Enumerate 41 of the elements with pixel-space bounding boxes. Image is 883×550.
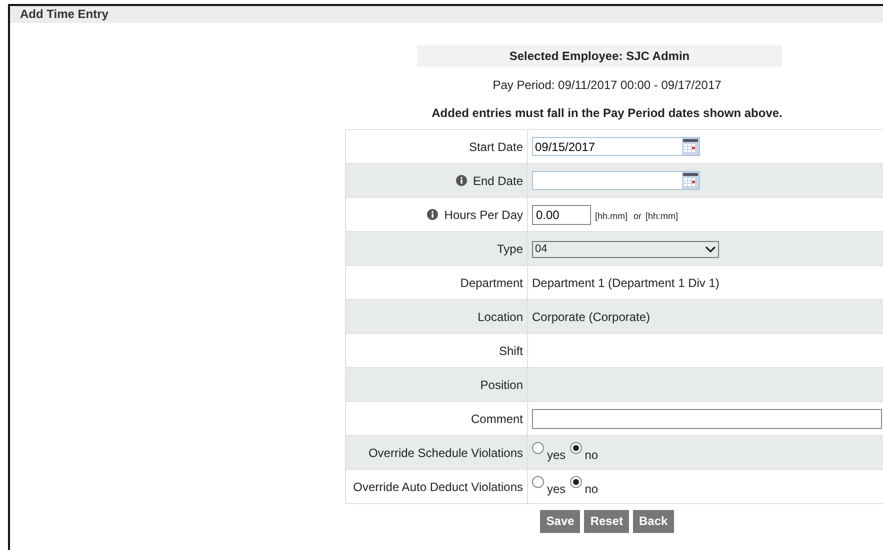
field-label: Type — [496, 242, 523, 256]
hours-field[interactable]: 0.00 — [532, 204, 591, 224]
field-value: Department 1 (Department 1 Div 1) — [532, 276, 720, 290]
field-label: Department — [460, 276, 523, 290]
field-label: Shift — [498, 344, 523, 358]
field-label: Comment — [470, 412, 523, 426]
field-label: Override Schedule Violations — [368, 446, 523, 460]
field-label: Position — [480, 378, 523, 392]
pay-period: Pay Period: 09/11/2017 00:00 - 09/17/2017 — [492, 77, 722, 94]
radio-label: yes — [547, 482, 566, 496]
info-icon[interactable] — [427, 208, 438, 220]
radio-button[interactable] — [532, 476, 544, 488]
selected-employee: Selected Employee: SJC Admin — [417, 45, 782, 67]
field-label: Hours Per Day — [444, 208, 523, 222]
field-label: Override Auto Deduct Violations — [353, 480, 523, 494]
calendar-icon[interactable] — [682, 172, 699, 189]
window-title: Add Time Entry — [10, 6, 883, 23]
notice-text: Added entries must fall in the Pay Period dates shown above. — [430, 105, 784, 122]
comment-field[interactable] — [532, 408, 882, 428]
type-select[interactable]: 04 — [532, 240, 719, 258]
radio-button[interactable] — [570, 476, 582, 488]
save-button[interactable]: Save — [540, 510, 580, 533]
date-field[interactable]: 09/15/2017 — [532, 137, 700, 156]
date-field[interactable] — [532, 171, 700, 190]
format-hint: [hh.mm] — [595, 210, 628, 220]
field-label: Start Date — [468, 140, 523, 154]
radio-label: no — [584, 448, 598, 462]
field-label: Location — [478, 310, 523, 324]
or-text: or — [634, 210, 642, 220]
reset-button[interactable]: Reset — [584, 510, 630, 533]
radio-button[interactable] — [570, 442, 582, 454]
back-button[interactable]: Back — [633, 510, 674, 533]
info-icon[interactable] — [456, 174, 467, 186]
field-value: Corporate (Corporate) — [532, 310, 650, 324]
radio-label: no — [584, 482, 598, 496]
field-label: End Date — [472, 174, 523, 188]
calendar-icon[interactable] — [682, 138, 699, 155]
radio-label: yes — [547, 448, 566, 462]
radio-button[interactable] — [532, 442, 544, 454]
format-hint: [hh:mm] — [646, 210, 678, 220]
chevron-down-icon — [705, 246, 716, 253]
